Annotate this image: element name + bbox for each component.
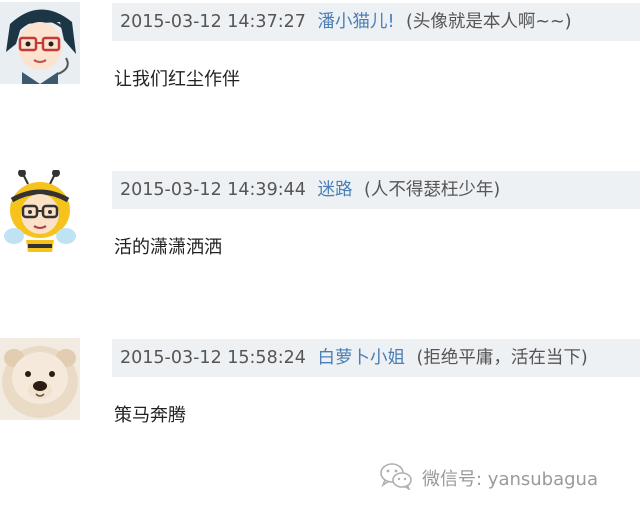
- comment-date: 2015-03-12 14:37:27: [120, 12, 306, 32]
- comment-header: 2015-03-12 15:58:24 白萝卜小姐 (拒绝平庸，活在当下): [112, 339, 640, 377]
- cartoon-girl-glasses-avatar-icon: [0, 2, 80, 84]
- comment-date: 2015-03-12 14:39:44: [120, 180, 306, 200]
- avatar[interactable]: [0, 170, 80, 252]
- comment-date: 2015-03-12 15:58:24: [120, 348, 306, 368]
- comment-text: 策马奔腾: [114, 405, 186, 426]
- comment-item: 2015-03-12 15:58:24 白萝卜小姐 (拒绝平庸，活在当下) 策马…: [0, 336, 640, 446]
- comment-text: 让我们红尘作伴: [114, 69, 240, 90]
- bee-costume-boy-avatar-icon: [0, 170, 80, 252]
- avatar[interactable]: [0, 338, 80, 420]
- comment-signature: (头像就是本人啊~~): [406, 12, 572, 32]
- comment-signature: (拒绝平庸，活在当下): [416, 348, 588, 368]
- comment-item: 2015-03-12 14:37:27 潘小猫儿! (头像就是本人啊~~) 让我…: [0, 0, 640, 110]
- wechat-icon: [380, 462, 412, 495]
- comment-username[interactable]: 白萝卜小姐: [317, 348, 405, 368]
- watermark: 微信号: yansubagua: [380, 462, 598, 494]
- comment-username[interactable]: 潘小猫儿!: [317, 12, 394, 32]
- avatar[interactable]: [0, 2, 80, 84]
- comment-header: 2015-03-12 14:39:44 迷路 (人不得瑟枉少年): [112, 171, 640, 209]
- comment-text: 活的潇潇洒洒: [114, 237, 222, 258]
- chow-chow-puppy-avatar-icon: [0, 338, 80, 420]
- comment-signature: (人不得瑟枉少年): [364, 180, 501, 200]
- comment-header: 2015-03-12 14:37:27 潘小猫儿! (头像就是本人啊~~): [112, 3, 640, 41]
- comment-username[interactable]: 迷路: [317, 180, 352, 200]
- comment-item: 2015-03-12 14:39:44 迷路 (人不得瑟枉少年) 活的潇潇洒洒: [0, 168, 640, 278]
- watermark-label: 微信号: yansubagua: [422, 469, 598, 490]
